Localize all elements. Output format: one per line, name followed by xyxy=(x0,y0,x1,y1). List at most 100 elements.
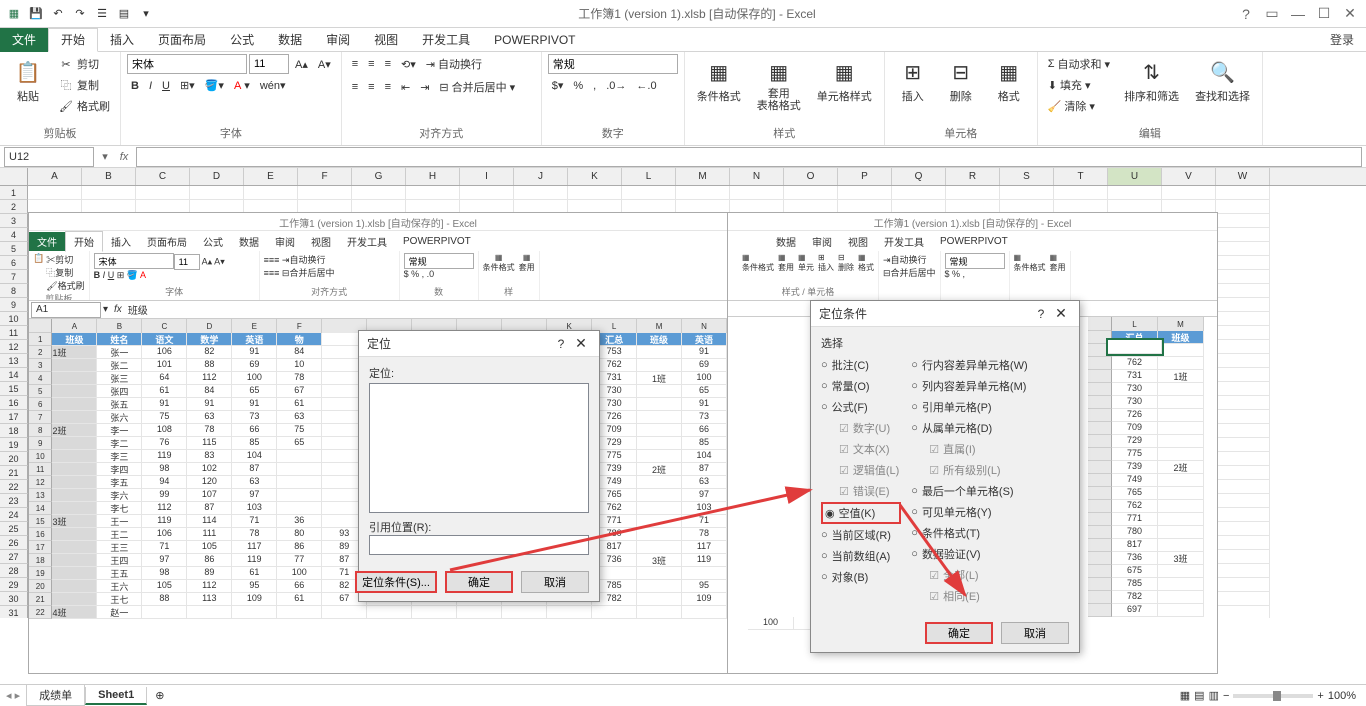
row-header-11[interactable]: 11 xyxy=(0,326,28,340)
tab-dev[interactable]: 开发工具 xyxy=(410,28,482,52)
row-header-8[interactable]: 8 xyxy=(0,284,28,298)
fill-button[interactable]: ⬇ 填充▾ xyxy=(1044,75,1114,95)
cell[interactable] xyxy=(784,186,838,200)
cell[interactable] xyxy=(1216,186,1270,200)
cell[interactable] xyxy=(190,186,244,200)
row-header-2[interactable]: 2 xyxy=(0,200,28,214)
cell[interactable] xyxy=(838,186,892,200)
row-header-31[interactable]: 31 xyxy=(0,606,28,618)
row-header-13[interactable]: 13 xyxy=(0,354,28,368)
col-header-D[interactable]: D xyxy=(190,168,244,185)
qat-icon-4[interactable]: ☰ xyxy=(92,4,112,24)
spec-left-option-9[interactable]: ○当前数组(A) xyxy=(821,546,901,566)
tab-formulas[interactable]: 公式 xyxy=(218,28,266,52)
cell[interactable] xyxy=(1216,326,1270,340)
goto-dialog-help-icon[interactable]: ? xyxy=(551,337,571,351)
spec-right-option-6[interactable]: ○最后一个单元格(S) xyxy=(911,481,1027,501)
cell[interactable] xyxy=(1216,494,1270,508)
row-header-6[interactable]: 6 xyxy=(0,256,28,270)
cell[interactable] xyxy=(622,186,676,200)
underline-button[interactable]: U xyxy=(158,77,174,94)
cell[interactable] xyxy=(1216,438,1270,452)
row-header-20[interactable]: 20 xyxy=(0,452,28,466)
wrap-text-button[interactable]: ⇥ 自动换行 xyxy=(422,54,486,74)
autosum-button[interactable]: Σ 自动求和▾ xyxy=(1044,54,1114,74)
cell[interactable] xyxy=(1216,466,1270,480)
row-header-23[interactable]: 23 xyxy=(0,494,28,508)
cell[interactable] xyxy=(514,186,568,200)
cell[interactable] xyxy=(1216,424,1270,438)
goto-cancel-button[interactable]: 取消 xyxy=(521,571,589,593)
special-cancel-button[interactable]: 取消 xyxy=(1001,622,1069,644)
cell[interactable] xyxy=(676,186,730,200)
cell[interactable] xyxy=(1216,606,1270,618)
insert-cells-button[interactable]: ⊞插入 xyxy=(891,54,935,106)
row-header-4[interactable]: 4 xyxy=(0,228,28,242)
phonetic-button[interactable]: wén▾ xyxy=(256,77,290,94)
spec-right-option-11[interactable]: ☑相同(E) xyxy=(929,586,1027,606)
cell[interactable] xyxy=(1216,564,1270,578)
spec-right-option-3[interactable]: ○从属单元格(D) xyxy=(911,418,1027,438)
row-header-12[interactable]: 12 xyxy=(0,340,28,354)
special-dialog-help-icon[interactable]: ? xyxy=(1031,307,1051,321)
spec-right-option-4[interactable]: ☑直属(I) xyxy=(929,439,1027,459)
row-header-7[interactable]: 7 xyxy=(0,270,28,284)
cell[interactable] xyxy=(1216,354,1270,368)
italic-button[interactable]: I xyxy=(145,77,156,94)
tab-layout[interactable]: 页面布局 xyxy=(146,28,218,52)
col-header-F[interactable]: F xyxy=(298,168,352,185)
row-header-9[interactable]: 9 xyxy=(0,298,28,312)
spec-right-option-9[interactable]: ○数据验证(V) xyxy=(911,544,1027,564)
col-header-W[interactable]: W xyxy=(1216,168,1270,185)
indent-inc-icon[interactable]: ⇥ xyxy=(416,77,433,97)
row-header-29[interactable]: 29 xyxy=(0,578,28,592)
cell[interactable] xyxy=(1216,340,1270,354)
delete-cells-button[interactable]: ⊟删除 xyxy=(939,54,983,106)
border-button[interactable]: ⊞▾ xyxy=(176,77,199,94)
fill-color-button[interactable]: 🪣▾ xyxy=(201,77,228,94)
help-icon[interactable]: ? xyxy=(1234,4,1258,24)
spec-right-option-10[interactable]: ☑全部(L) xyxy=(929,565,1027,585)
cell[interactable] xyxy=(1216,256,1270,270)
indent-dec-icon[interactable]: ⇤ xyxy=(397,77,414,97)
align-bot-icon[interactable]: ≡ xyxy=(381,54,395,74)
col-header-J[interactable]: J xyxy=(514,168,568,185)
cond-format-button[interactable]: ▦条件格式 xyxy=(691,54,747,106)
tab-home[interactable]: 开始 xyxy=(48,28,98,52)
maximize-icon[interactable]: ☐ xyxy=(1312,4,1336,24)
orientation-icon[interactable]: ⟲▾ xyxy=(397,54,420,74)
row-header-18[interactable]: 18 xyxy=(0,424,28,438)
view-normal-icon[interactable]: ▦ xyxy=(1180,689,1190,702)
cell[interactable] xyxy=(1216,480,1270,494)
goto-special-button[interactable]: 定位条件(S)... xyxy=(355,571,437,593)
cell[interactable] xyxy=(1216,396,1270,410)
col-header-K[interactable]: K xyxy=(568,168,622,185)
row-header-28[interactable]: 28 xyxy=(0,564,28,578)
spec-right-option-0[interactable]: ○行内容差异单元格(W) xyxy=(911,355,1027,375)
cell[interactable] xyxy=(1216,522,1270,536)
special-dialog-close-icon[interactable]: ✕ xyxy=(1051,305,1071,322)
number-format-select[interactable] xyxy=(548,54,678,74)
row-header-3[interactable]: 3 xyxy=(0,214,28,228)
sheet-tab-1[interactable]: 成绩单 xyxy=(26,685,85,706)
inc-decimal-icon[interactable]: .0→ xyxy=(602,77,630,94)
align-mid-icon[interactable]: ≡ xyxy=(364,54,378,74)
spec-right-option-7[interactable]: ○可见单元格(Y) xyxy=(911,502,1027,522)
cell[interactable] xyxy=(28,186,82,200)
goto-ok-button[interactable]: 确定 xyxy=(445,571,513,593)
cell[interactable] xyxy=(82,186,136,200)
cell[interactable] xyxy=(1216,298,1270,312)
view-break-icon[interactable]: ▥ xyxy=(1209,689,1219,702)
row-header-25[interactable]: 25 xyxy=(0,522,28,536)
cell[interactable] xyxy=(1216,270,1270,284)
spec-right-option-1[interactable]: ○列内容差异单元格(M) xyxy=(911,376,1027,396)
cell[interactable] xyxy=(1162,186,1216,200)
add-sheet-button[interactable]: ⊕ xyxy=(147,687,172,704)
col-header-S[interactable]: S xyxy=(1000,168,1054,185)
col-header-E[interactable]: E xyxy=(244,168,298,185)
col-header-A[interactable]: A xyxy=(28,168,82,185)
cell[interactable] xyxy=(1216,410,1270,424)
align-left-icon[interactable]: ≡ xyxy=(348,77,362,97)
cell[interactable] xyxy=(1216,200,1270,214)
cell[interactable] xyxy=(1216,536,1270,550)
